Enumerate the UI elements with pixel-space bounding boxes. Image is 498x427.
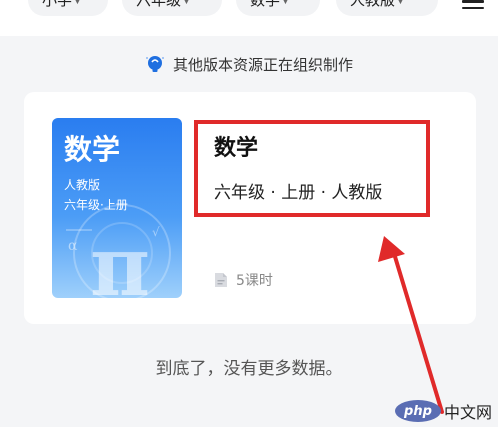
- book-title[interactable]: 数学: [214, 130, 258, 162]
- cover-pi-symbol: π: [90, 219, 151, 298]
- book-cover[interactable]: α √ 数学 人教版 六年级·上册 π: [52, 118, 182, 298]
- book-subtitle: 六年级 · 上册 · 人教版: [214, 183, 383, 203]
- menu-icon[interactable]: [462, 0, 484, 14]
- filter-chip-label: 人教版: [350, 0, 396, 9]
- filter-chip-stage[interactable]: 小学 ▼: [28, 0, 108, 16]
- notice-text: 其他版本资源正在组织制作: [172, 55, 353, 74]
- svg-text:√: √: [152, 225, 160, 239]
- filter-chip-grade[interactable]: 六年级 ▼: [122, 0, 222, 16]
- end-of-list-text: 到底了，没有更多数据。: [155, 359, 343, 379]
- cover-grade: 六年级·上册: [64, 198, 128, 212]
- chevron-down-icon: ▼: [183, 0, 190, 6]
- book-card[interactable]: α √ 数学 人教版 六年级·上册 π 数学 六年级 · 上册 · 人教版 5课…: [24, 92, 476, 324]
- document-icon: [215, 273, 227, 287]
- filter-chip-edition[interactable]: 人教版 ▼: [336, 0, 438, 16]
- notice: 其他版本资源正在组织制作: [0, 52, 498, 76]
- watermark: php 中文网: [394, 399, 492, 423]
- watermark-text: 中文网: [443, 403, 492, 422]
- chevron-down-icon: ▼: [74, 0, 81, 6]
- php-logo: php: [394, 400, 441, 422]
- filter-chip-label: 六年级: [136, 0, 182, 9]
- chevron-down-icon: ▼: [282, 0, 289, 6]
- svg-text:α: α: [68, 238, 78, 254]
- filter-chip-label: 小学: [42, 0, 73, 9]
- chevron-down-icon: ▼: [397, 0, 404, 6]
- cover-title: 数学: [64, 133, 121, 166]
- cover-publisher: 人教版: [64, 178, 101, 192]
- filter-chip-subject[interactable]: 数学 ▼: [236, 0, 320, 16]
- lightbulb-icon: [145, 56, 164, 72]
- lesson-count-text: 5课时: [236, 273, 273, 289]
- filter-bar: 小学 ▼ 六年级 ▼ 数学 ▼ 人教版 ▼: [0, 0, 498, 36]
- page: 小学 ▼ 六年级 ▼ 数学 ▼ 人教版 ▼ 其他版本资源正在组织制作 α √ 数…: [0, 0, 498, 427]
- filter-chip-label: 数学: [250, 0, 281, 9]
- lesson-count: 5课时: [214, 270, 273, 290]
